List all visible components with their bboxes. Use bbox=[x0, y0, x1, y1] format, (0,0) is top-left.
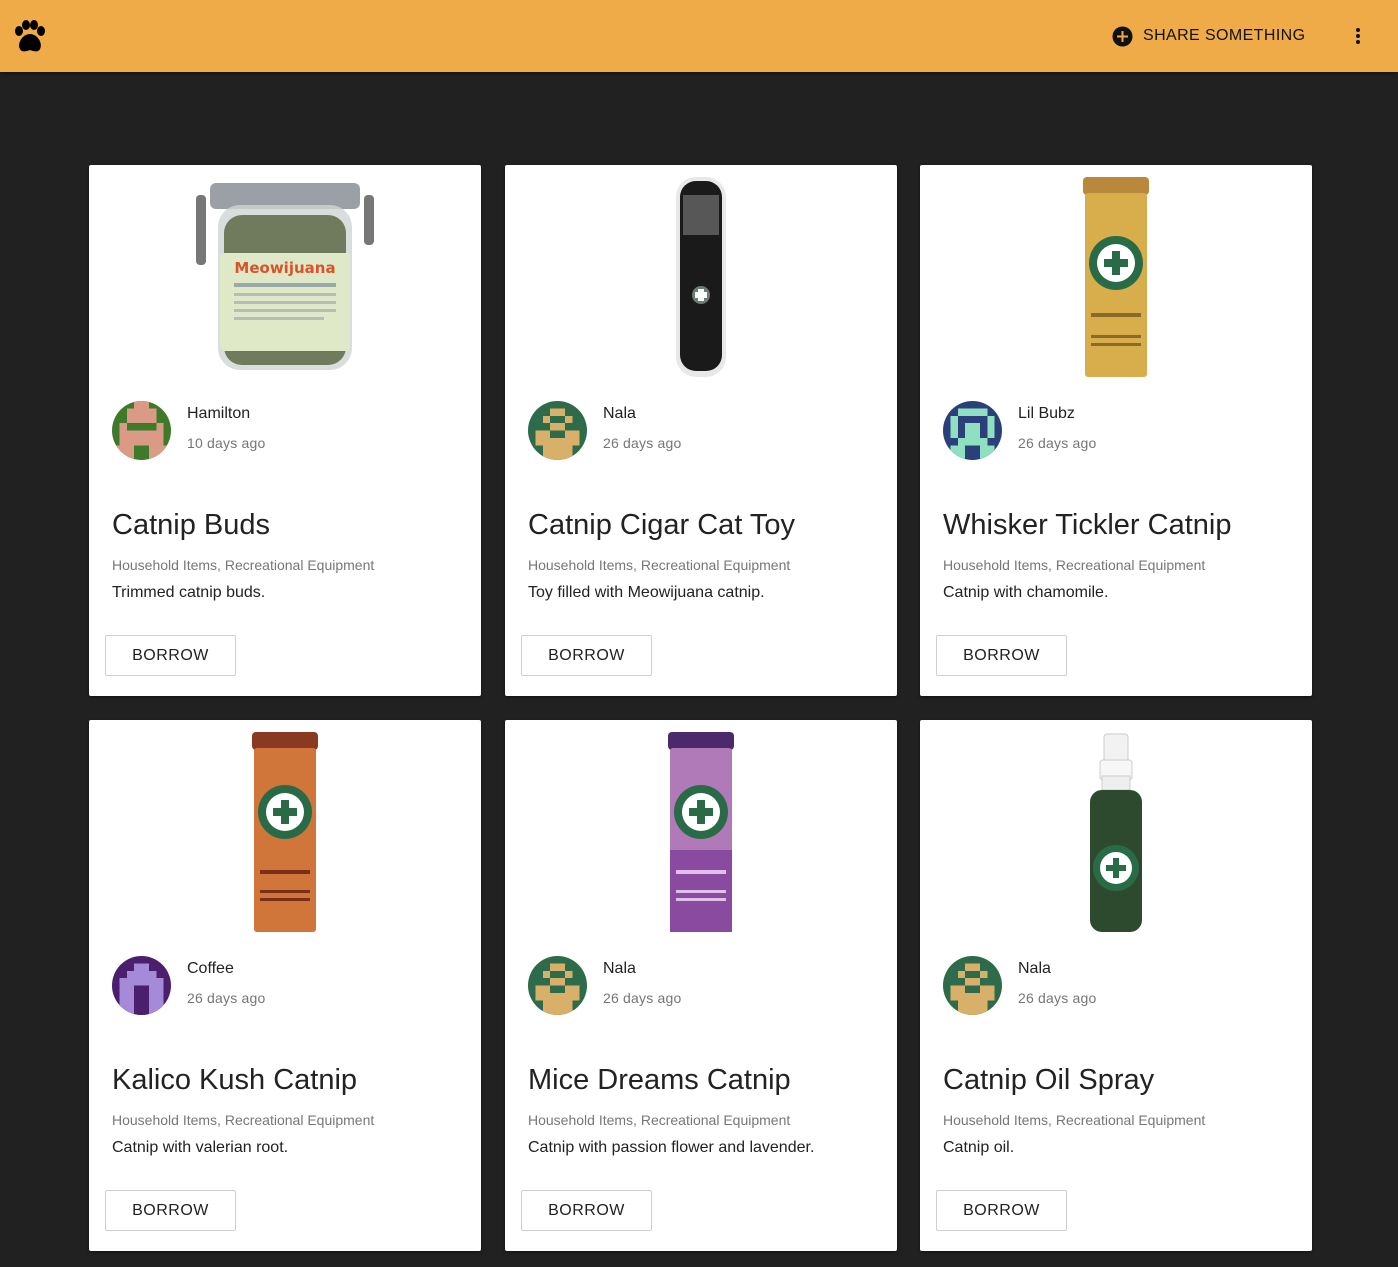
paw-icon[interactable] bbox=[12, 20, 48, 54]
share-something-label: SHARE SOMETHING bbox=[1143, 27, 1306, 44]
item-title: Mice Dreams Catnip bbox=[528, 1064, 791, 1096]
item-image: Meowijuana bbox=[89, 165, 481, 385]
avatar-pattern bbox=[528, 956, 587, 1015]
item-tags: Household Items, Recreational Equipment bbox=[112, 557, 375, 573]
avatar-pattern bbox=[943, 401, 1002, 460]
catnip-canister-image bbox=[1083, 177, 1149, 377]
avatar-pattern bbox=[112, 956, 171, 1015]
item-image bbox=[505, 165, 897, 385]
owner-name: Coffee bbox=[187, 960, 234, 977]
app-bar: SHARE SOMETHING bbox=[0, 0, 1398, 72]
posted-time: 26 days ago bbox=[603, 990, 682, 1006]
catnip-jar-image: Meowijuana bbox=[196, 183, 374, 370]
item-tags: Household Items, Recreational Equipment bbox=[943, 557, 1206, 573]
catnip-cigar-tube-image bbox=[676, 177, 726, 377]
borrow-button[interactable]: BORROW bbox=[521, 1190, 652, 1231]
spray-bottle-image bbox=[1090, 733, 1142, 932]
owner-name: Nala bbox=[1018, 960, 1051, 977]
posted-time: 10 days ago bbox=[187, 435, 266, 451]
item-card: Coffee 26 days ago Kalico Kush Catnip Ho… bbox=[89, 720, 481, 1251]
item-description: Catnip oil. bbox=[943, 1139, 1015, 1156]
item-tags: Household Items, Recreational Equipment bbox=[528, 557, 791, 573]
item-card: Nala 26 days ago Mice Dreams Catnip Hous… bbox=[505, 720, 897, 1251]
item-card: Meowijuana Hamilton 10 days ago Catnip B… bbox=[89, 165, 481, 696]
item-description: Trimmed catnip buds. bbox=[112, 584, 266, 601]
avatar[interactable] bbox=[112, 956, 171, 1015]
item-card: Lil Bubz 26 days ago Whisker Tickler Cat… bbox=[920, 165, 1312, 696]
avatar[interactable] bbox=[528, 401, 587, 460]
owner-name: Lil Bubz bbox=[1018, 405, 1075, 422]
borrow-button[interactable]: BORROW bbox=[936, 1190, 1067, 1231]
item-title: Catnip Oil Spray bbox=[943, 1064, 1155, 1096]
share-something-button[interactable]: SHARE SOMETHING bbox=[1104, 16, 1313, 56]
posted-time: 26 days ago bbox=[603, 435, 682, 451]
avatar[interactable] bbox=[943, 401, 1002, 460]
item-description: Catnip with passion flower and lavender. bbox=[528, 1139, 815, 1156]
avatar[interactable] bbox=[112, 401, 171, 460]
item-card: Nala 26 days ago Catnip Oil Spray Househ… bbox=[920, 720, 1312, 1251]
svg-text:Meowijuana: Meowijuana bbox=[234, 259, 335, 277]
item-image bbox=[920, 720, 1312, 940]
item-image bbox=[89, 720, 481, 940]
borrow-button[interactable]: BORROW bbox=[105, 1190, 236, 1231]
owner-name: Nala bbox=[603, 960, 636, 977]
borrow-button[interactable]: BORROW bbox=[521, 635, 652, 676]
more-vert-icon[interactable] bbox=[1346, 22, 1370, 50]
avatar-pattern bbox=[112, 401, 171, 460]
posted-time: 26 days ago bbox=[1018, 435, 1097, 451]
item-tags: Household Items, Recreational Equipment bbox=[528, 1112, 791, 1128]
avatar-pattern bbox=[943, 956, 1002, 1015]
item-tags: Household Items, Recreational Equipment bbox=[112, 1112, 375, 1128]
posted-time: 26 days ago bbox=[187, 990, 266, 1006]
item-image bbox=[505, 720, 897, 940]
item-description: Catnip with chamomile. bbox=[943, 584, 1109, 601]
borrow-button[interactable]: BORROW bbox=[105, 635, 236, 676]
item-card: Nala 26 days ago Catnip Cigar Cat Toy Ho… bbox=[505, 165, 897, 696]
borrow-button[interactable]: BORROW bbox=[936, 635, 1067, 676]
add-circle-icon bbox=[1112, 26, 1133, 46]
catnip-canister-image bbox=[668, 732, 734, 932]
item-title: Kalico Kush Catnip bbox=[112, 1064, 358, 1096]
item-description: Catnip with valerian root. bbox=[112, 1139, 289, 1156]
owner-name: Hamilton bbox=[187, 405, 251, 422]
avatar[interactable] bbox=[943, 956, 1002, 1015]
posted-time: 26 days ago bbox=[1018, 990, 1097, 1006]
item-tags: Household Items, Recreational Equipment bbox=[943, 1112, 1206, 1128]
avatar-pattern bbox=[528, 401, 587, 460]
item-image bbox=[920, 165, 1312, 385]
item-title: Catnip Buds bbox=[112, 509, 270, 541]
item-description: Toy filled with Meowijuana catnip. bbox=[528, 584, 765, 601]
catnip-canister-image bbox=[252, 732, 318, 932]
owner-name: Nala bbox=[603, 405, 636, 422]
avatar[interactable] bbox=[528, 956, 587, 1015]
item-title: Catnip Cigar Cat Toy bbox=[528, 509, 796, 541]
item-title: Whisker Tickler Catnip bbox=[943, 509, 1232, 541]
